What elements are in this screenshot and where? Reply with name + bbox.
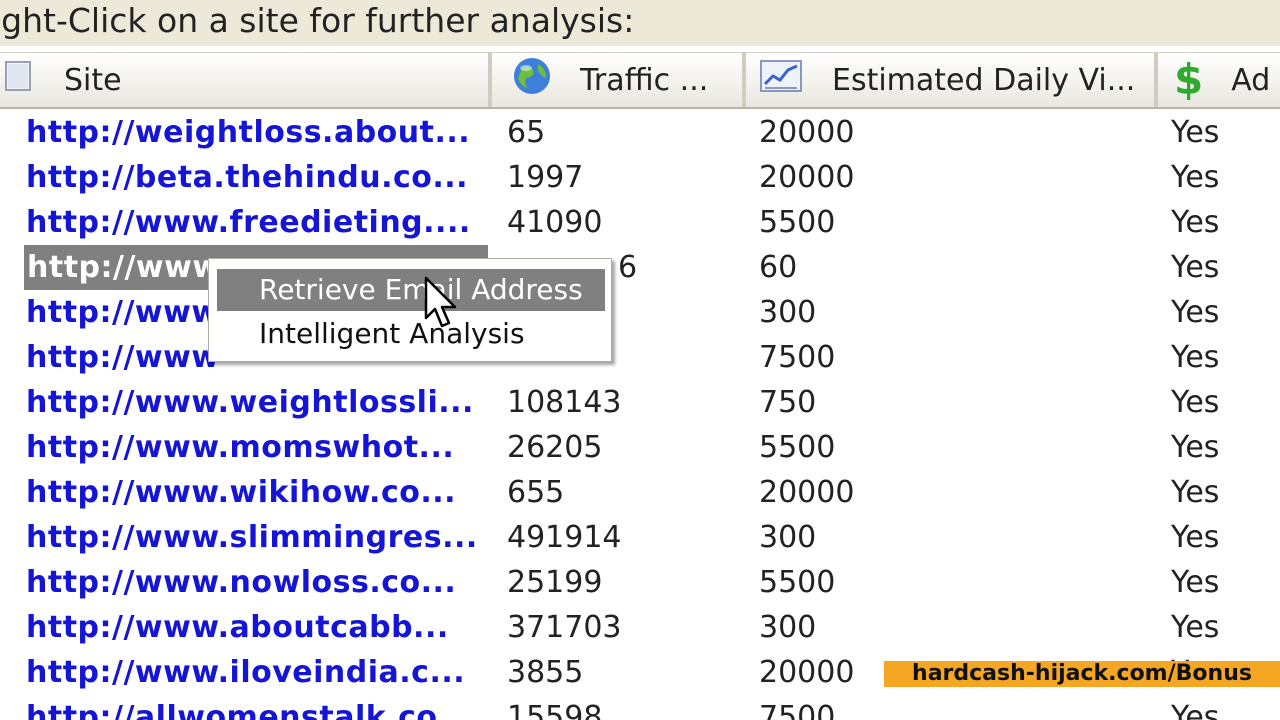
ad-status: Yes <box>1171 160 1220 195</box>
site-link[interactable]: http://www.weightlossli... <box>26 380 474 425</box>
column-header-ad-label: Ad <box>1231 62 1271 98</box>
dollar-icon: $ <box>1174 55 1204 104</box>
table-row-selected[interactable]: http://www 6 60 Yes <box>0 245 1280 290</box>
ad-status: Yes <box>1171 295 1220 330</box>
site-link[interactable]: http://www <box>26 335 220 380</box>
site-link[interactable]: http://beta.thehindu.co... <box>26 155 468 200</box>
estimated-daily-visitors: 60 <box>759 250 798 285</box>
table-row[interactable]: http://www.aboutcabb... 371703 300 Yes <box>0 605 1280 650</box>
traffic-rank: 25199 <box>507 565 603 600</box>
ad-status: Yes <box>1171 475 1220 510</box>
ad-status: Yes <box>1171 385 1220 420</box>
estimated-daily-visitors: 20000 <box>759 655 855 690</box>
ad-status: Yes <box>1171 340 1220 375</box>
column-header-site[interactable]: Site <box>0 53 492 107</box>
traffic-rank: 108143 <box>507 385 622 420</box>
estimated-daily-visitors: 5500 <box>759 565 836 600</box>
traffic-rank: 6 <box>618 250 638 285</box>
instruction-text: ight-Click on a site for further analysi… <box>0 0 1280 46</box>
column-header-ad[interactable]: $ Ad <box>1162 53 1280 107</box>
chart-icon <box>760 58 802 102</box>
estimated-daily-visitors: 20000 <box>759 115 855 150</box>
site-link[interactable]: http://weightloss.about... <box>26 110 470 155</box>
table-row[interactable]: http://allwomenstalk.co... 15598 7500 Ye… <box>0 695 1280 720</box>
estimated-daily-visitors: 7500 <box>759 700 836 720</box>
ad-status: Yes <box>1171 700 1220 720</box>
results-grid: http://weightloss.about... 65 20000 Yes … <box>0 110 1280 720</box>
table-row[interactable]: http://www.weightlossli... 108143 750 Ye… <box>0 380 1280 425</box>
estimated-daily-visitors: 300 <box>759 610 817 645</box>
estimated-daily-visitors: 5500 <box>759 430 836 465</box>
table-row[interactable]: http://beta.thehindu.co... 1997 20000 Ye… <box>0 155 1280 200</box>
column-header-estimated[interactable]: Estimated Daily Vi... <box>748 53 1158 107</box>
traffic-rank: 491914 <box>507 520 622 555</box>
table-row[interactable]: http://www 300 Yes <box>0 290 1280 335</box>
context-menu: Retrieve Email Address Intelligent Analy… <box>208 258 612 362</box>
mouse-cursor-icon <box>424 276 460 334</box>
estimated-daily-visitors: 750 <box>759 385 817 420</box>
estimated-daily-visitors: 20000 <box>759 160 855 195</box>
ad-status: Yes <box>1171 610 1220 645</box>
column-header-estimated-label: Estimated Daily Vi... <box>832 62 1136 98</box>
column-header-traffic-label: Traffic ... <box>580 62 709 98</box>
checkbox-icon <box>4 58 32 102</box>
ad-status: Yes <box>1171 520 1220 555</box>
site-link[interactable]: http://www.freedieting.... <box>26 200 471 245</box>
table-row[interactable]: http://www.slimmingres... 491914 300 Yes <box>0 515 1280 560</box>
table-row[interactable]: http://www.wikihow.co... 655 20000 Yes <box>0 470 1280 515</box>
globe-icon <box>512 56 552 104</box>
site-link[interactable]: http://www.nowloss.co... <box>26 560 456 605</box>
site-link[interactable]: http://www.wikihow.co... <box>26 470 456 515</box>
table-row[interactable]: http://www.momswhot... 26205 5500 Yes <box>0 425 1280 470</box>
traffic-rank: 371703 <box>507 610 622 645</box>
table-row[interactable]: http://www.nowloss.co... 25199 5500 Yes <box>0 560 1280 605</box>
ad-status: Yes <box>1171 205 1220 240</box>
estimated-daily-visitors: 5500 <box>759 205 836 240</box>
menu-item-intelligent-analysis[interactable]: Intelligent Analysis <box>217 313 605 355</box>
site-link[interactable]: http://www.aboutcabb... <box>26 605 449 650</box>
traffic-rank: 655 <box>507 475 565 510</box>
site-link[interactable]: http://www.slimmingres... <box>26 515 478 560</box>
site-link[interactable]: http://www.iloveindia.c... <box>26 650 465 695</box>
column-header-site-label: Site <box>64 62 122 98</box>
menu-item-retrieve-email[interactable]: Retrieve Email Address <box>217 269 605 311</box>
traffic-rank: 15598 <box>507 700 603 720</box>
table-row[interactable]: http://www.freedieting.... 41090 5500 Ye… <box>0 200 1280 245</box>
traffic-rank: 41090 <box>507 205 603 240</box>
ad-status: Yes <box>1171 250 1220 285</box>
ad-status: Yes <box>1171 115 1220 150</box>
column-header-bar: Site Traffic ... Estimated Daily Vi... $… <box>0 52 1280 109</box>
column-header-traffic[interactable]: Traffic ... <box>500 53 746 107</box>
traffic-rank: 65 <box>507 115 546 150</box>
traffic-rank: 26205 <box>507 430 603 465</box>
ad-status: Yes <box>1171 565 1220 600</box>
site-link[interactable]: http://www.momswhot... <box>26 425 454 470</box>
traffic-rank: 3855 <box>507 655 584 690</box>
site-link[interactable]: http://www <box>26 290 220 335</box>
watermark-banner: hardcash-hijack.com/Bonus <box>884 661 1280 687</box>
table-row[interactable]: http://weightloss.about... 65 20000 Yes <box>0 110 1280 155</box>
site-link[interactable]: http://allwomenstalk.co... <box>26 695 473 720</box>
estimated-daily-visitors: 20000 <box>759 475 855 510</box>
ad-status: Yes <box>1171 430 1220 465</box>
estimated-daily-visitors: 7500 <box>759 340 836 375</box>
traffic-rank: 1997 <box>507 160 584 195</box>
table-row[interactable]: http://www 7500 Yes <box>0 335 1280 380</box>
estimated-daily-visitors: 300 <box>759 520 817 555</box>
estimated-daily-visitors: 300 <box>759 295 817 330</box>
